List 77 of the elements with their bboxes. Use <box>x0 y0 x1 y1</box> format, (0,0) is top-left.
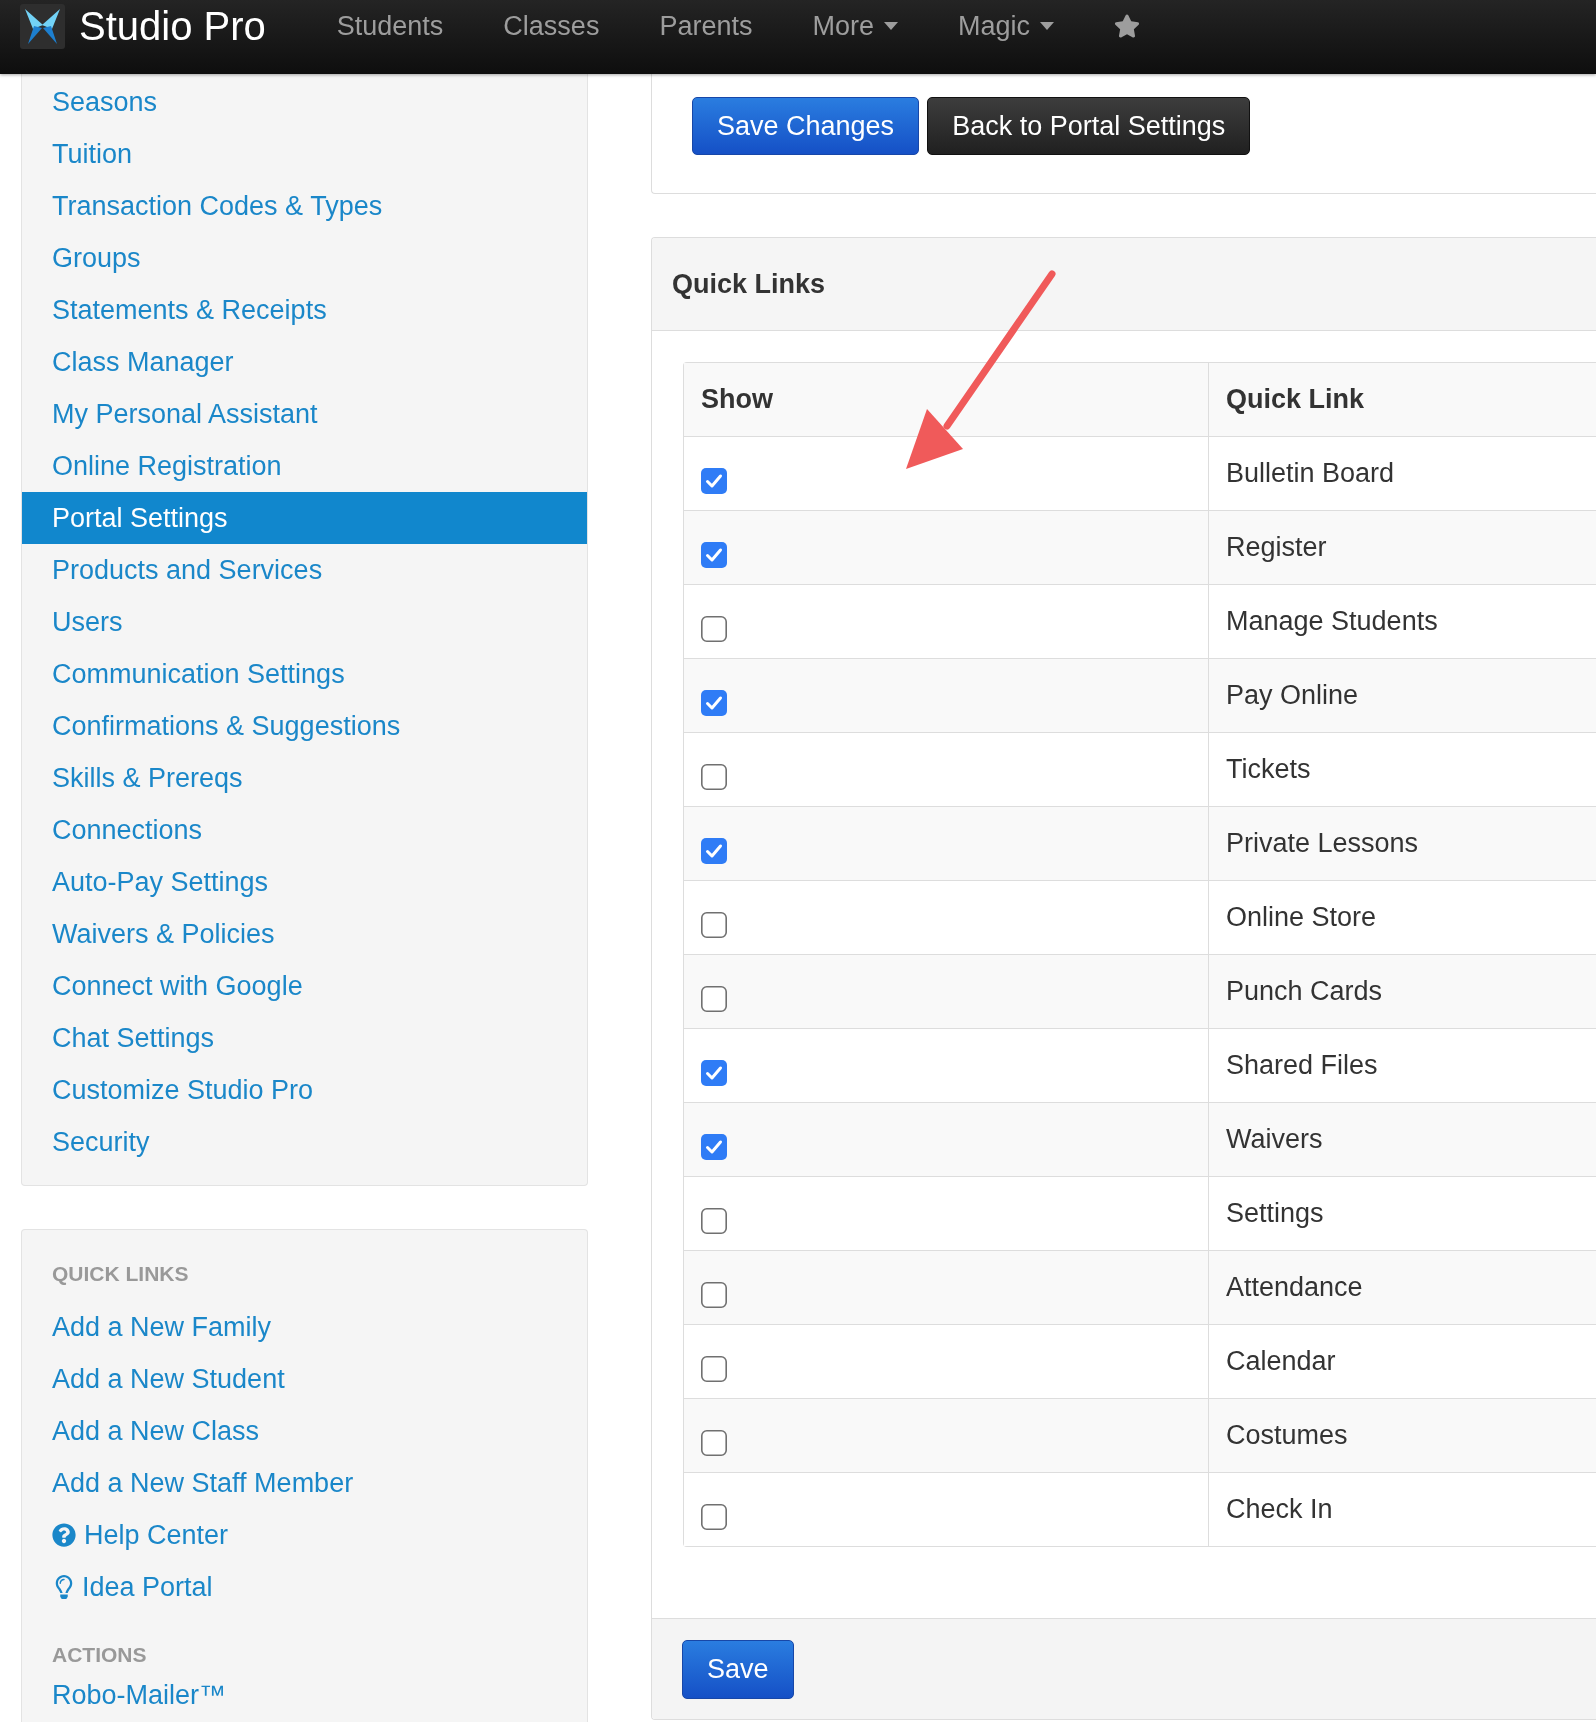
sidebar-item[interactable]: Chat Settings <box>22 1012 587 1064</box>
sidebar-item[interactable]: Seasons <box>22 76 587 128</box>
sidebar-item[interactable]: Class Manager <box>22 336 587 388</box>
nav-dropdown[interactable]: More <box>782 0 928 52</box>
table-cell: Manage Students <box>1226 606 1438 637</box>
table-cell: Register <box>1226 532 1327 563</box>
table-cell: Private Lessons <box>1226 828 1419 859</box>
sidebar-item[interactable]: Users <box>22 596 587 648</box>
nav-link[interactable]: Classes <box>473 0 630 52</box>
sidebar-item[interactable]: Portal Settings <box>22 492 587 544</box>
sidebar-item[interactable]: Waivers & Policies <box>22 908 587 960</box>
checkbox[interactable] <box>701 1207 727 1234</box>
checkbox[interactable] <box>701 985 727 1012</box>
nav-link[interactable]: Parents <box>629 0 783 52</box>
sidebar-item[interactable]: Security <box>22 1116 587 1168</box>
table-cell: Calendar <box>1226 1346 1336 1377</box>
checkbox[interactable] <box>701 541 727 568</box>
sidebar-link[interactable]: Add a New Class <box>52 1405 260 1457</box>
sidebar-item[interactable]: Groups <box>22 232 587 284</box>
sidebar-item[interactable]: My Personal Assistant <box>22 388 587 440</box>
sidebar-item[interactable]: Connect with Google <box>22 960 587 1012</box>
sidebar-item[interactable]: Transaction Codes & Types <box>22 180 587 232</box>
sidebar-item[interactable]: Connections <box>22 804 587 856</box>
sidebar-link[interactable]: Help Center <box>52 1509 229 1561</box>
checkbox[interactable] <box>701 837 727 864</box>
caret-icon <box>1040 22 1054 30</box>
help-icon <box>52 1523 76 1547</box>
caret-icon <box>883 22 898 30</box>
table-cell: Pay Online <box>1226 680 1359 711</box>
checkbox[interactable] <box>701 1059 727 1086</box>
checkbox[interactable] <box>701 1133 727 1160</box>
table-cell: Shared Files <box>1226 1050 1378 1081</box>
save-button[interactable]: Save <box>682 1640 794 1699</box>
logo-icon[interactable] <box>20 3 65 49</box>
panel-title: Quick Links <box>672 268 826 300</box>
section-heading: QUICK LINKS <box>52 1261 190 1287</box>
sidebar-item[interactable]: Statements & Receipts <box>22 284 587 336</box>
star-icon[interactable] <box>1114 13 1140 39</box>
sidebar-item[interactable]: Communication Settings <box>22 648 587 700</box>
sidebar-item[interactable]: Online Registration <box>22 440 587 492</box>
column-header: Show <box>684 363 1209 436</box>
section-heading: ACTIONS <box>52 1642 148 1668</box>
save-button[interactable]: Save Changes <box>692 97 920 155</box>
checkbox[interactable] <box>701 763 727 790</box>
brand-name[interactable]: Studio Pro <box>79 0 266 52</box>
nav-dropdown[interactable]: Magic <box>927 0 1084 52</box>
sidebar-link[interactable]: Add a New Family <box>52 1301 272 1353</box>
checkbox[interactable] <box>701 1503 727 1530</box>
sidebar-link[interactable]: Add a New Staff Member <box>52 1457 354 1509</box>
column-header: Quick Link <box>1209 363 1596 436</box>
checkbox[interactable] <box>701 1281 727 1308</box>
sidebar-item[interactable]: Skills & Prereqs <box>22 752 587 804</box>
table-cell: Punch Cards <box>1226 976 1383 1007</box>
table-cell: Costumes <box>1226 1420 1348 1451</box>
table-cell: Settings <box>1226 1198 1324 1229</box>
sidebar-link[interactable]: Idea Portal <box>52 1561 213 1613</box>
table-cell: Attendance <box>1226 1272 1363 1303</box>
sidebar-item[interactable]: Tuition <box>22 128 587 180</box>
checkbox[interactable] <box>701 467 727 494</box>
checkbox[interactable] <box>701 689 727 716</box>
back-button[interactable]: Back to Portal Settings <box>927 97 1251 155</box>
sidebar-item[interactable]: Auto-Pay Settings <box>22 856 587 908</box>
table-cell: Waivers <box>1226 1124 1323 1155</box>
sidebar-link[interactable]: Robo-Mailer™ <box>52 1669 227 1721</box>
checkbox[interactable] <box>701 911 727 938</box>
table-cell: Check In <box>1226 1494 1333 1525</box>
table-cell: Bulletin Board <box>1226 458 1395 489</box>
sidebar-link[interactable]: Add a New Student <box>52 1353 285 1405</box>
checkbox[interactable] <box>701 1429 727 1456</box>
sidebar-item[interactable]: Confirmations & Suggestions <box>22 700 587 752</box>
checkbox[interactable] <box>701 615 727 642</box>
table-cell: Online Store <box>1226 902 1377 933</box>
nav-link[interactable]: Students <box>306 0 474 52</box>
checkbox[interactable] <box>701 1355 727 1382</box>
sidebar-item[interactable]: Products and Services <box>22 544 587 596</box>
sidebar-item[interactable]: Customize Studio Pro <box>22 1064 587 1116</box>
table-cell: Tickets <box>1226 754 1311 785</box>
